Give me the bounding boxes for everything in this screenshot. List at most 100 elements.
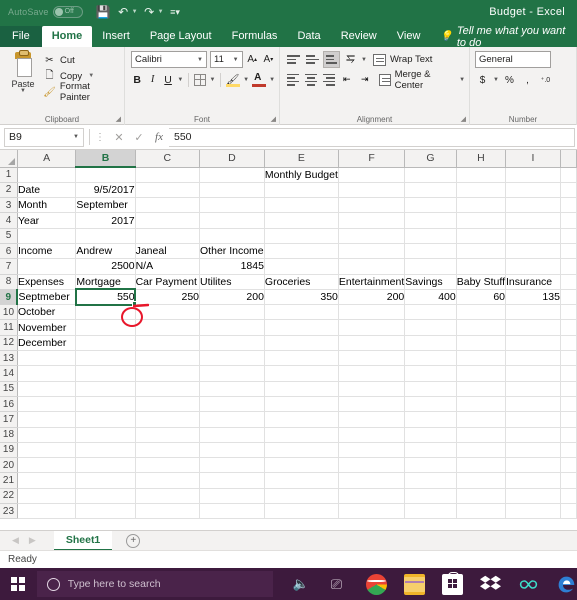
cell-i2[interactable] [505, 182, 561, 199]
underline-dropdown-icon[interactable]: ▼ [177, 77, 183, 83]
cell-d16[interactable] [199, 396, 265, 413]
cell-g23[interactable] [404, 503, 457, 520]
cell-j1[interactable] [560, 167, 577, 183]
chrome-icon[interactable] [366, 573, 387, 595]
decrease-font-size-button[interactable]: A ▾ [262, 52, 275, 68]
sheet-tab-sheet1[interactable]: Sheet1 [53, 530, 113, 551]
cell-h12[interactable] [456, 335, 507, 352]
cell-c12[interactable] [135, 335, 201, 352]
cell-d10[interactable] [199, 304, 265, 321]
row-header-7[interactable]: 7 [0, 258, 18, 275]
cancel-icon[interactable]: ✕ [109, 131, 129, 144]
cell-d20[interactable] [199, 457, 265, 474]
cell-a20[interactable] [17, 457, 77, 474]
cell-f7[interactable] [338, 258, 406, 275]
add-sheet-button[interactable]: + [126, 533, 141, 548]
cell-b6[interactable]: Andrew [75, 243, 136, 260]
cell-h9[interactable]: 60 [456, 289, 507, 306]
cell-h3[interactable] [456, 197, 507, 214]
cell-a10[interactable]: October [17, 304, 77, 321]
cell-f16[interactable] [338, 396, 406, 413]
cell-c15[interactable] [135, 381, 201, 397]
cell-c11[interactable] [135, 319, 201, 336]
cell-i13[interactable] [505, 350, 561, 367]
cell-j20[interactable] [560, 457, 577, 474]
cell-f19[interactable] [338, 442, 406, 459]
cell-a8[interactable]: Expenses [17, 274, 77, 290]
microphone-icon[interactable]: 🔈 [293, 576, 309, 592]
cell-h15[interactable] [456, 381, 507, 397]
orientation-dropdown-icon[interactable]: ▼ [361, 57, 367, 63]
cell-f14[interactable] [338, 365, 406, 382]
cell-a18[interactable] [17, 427, 77, 443]
cell-e4[interactable] [264, 212, 339, 229]
cell-g19[interactable] [404, 442, 457, 459]
row-header-19[interactable]: 19 [0, 442, 18, 459]
cell-a13[interactable] [17, 350, 77, 367]
merge-and-center-button[interactable]: Merge & Center ▼ [375, 69, 465, 91]
font-color-dropdown-icon[interactable]: ▼ [269, 77, 275, 83]
tab-data[interactable]: Data [287, 26, 330, 47]
borders-dropdown-icon[interactable]: ▼ [209, 77, 215, 83]
cell-c16[interactable] [135, 396, 201, 413]
cell-f2[interactable] [338, 182, 406, 199]
cell-e21[interactable] [264, 472, 339, 489]
taskbar-search[interactable]: Type here to search [36, 571, 273, 597]
cell-g8[interactable]: Savings [404, 274, 457, 290]
tab-page-layout[interactable]: Page Layout [140, 26, 222, 47]
column-header-c[interactable]: C [135, 150, 201, 168]
cell-d8[interactable]: Utilites [199, 274, 265, 290]
cell-j11[interactable] [560, 319, 577, 336]
name-box-dropdown-icon[interactable]: ▼ [73, 134, 79, 140]
cell-c18[interactable] [135, 427, 201, 443]
cell-c13[interactable] [135, 350, 201, 367]
cell-b21[interactable] [75, 472, 136, 489]
cell-g18[interactable] [404, 427, 457, 443]
cell-j22[interactable] [560, 488, 577, 505]
cell-h4[interactable] [456, 212, 507, 229]
dropbox-icon[interactable] [480, 574, 501, 595]
cell-c19[interactable] [135, 442, 201, 459]
column-header-b[interactable]: B [75, 150, 136, 168]
file-explorer-icon[interactable] [404, 573, 425, 595]
select-all-corner[interactable] [0, 150, 18, 168]
cell-g11[interactable] [404, 319, 457, 336]
font-size-box[interactable]: 11 ▼ [210, 51, 243, 68]
start-button[interactable] [0, 568, 37, 600]
bold-button[interactable]: B [131, 71, 143, 88]
cell-f8[interactable]: Entertainment [338, 274, 406, 290]
cell-c8[interactable]: Car Payment [135, 274, 201, 290]
cell-f6[interactable] [338, 243, 406, 260]
cell-g10[interactable] [404, 304, 457, 321]
cell-g5[interactable] [404, 228, 457, 244]
cell-d21[interactable] [199, 472, 265, 489]
cell-j16[interactable] [560, 396, 577, 413]
next-sheet-icon[interactable]: ▶ [29, 535, 36, 546]
cell-b7[interactable]: 2500 [75, 258, 136, 275]
cell-g1[interactable] [404, 167, 457, 183]
edge-icon[interactable] [556, 574, 577, 595]
redo-icon[interactable]: ↷ [141, 4, 158, 21]
cell-j2[interactable] [560, 182, 577, 199]
column-header-j[interactable] [560, 150, 577, 168]
cell-f12[interactable] [338, 335, 406, 352]
cell-b8[interactable]: Mortgage [75, 274, 136, 290]
cell-a12[interactable]: December [17, 335, 77, 352]
cell-a2[interactable]: Date [17, 182, 77, 199]
cell-b12[interactable] [75, 335, 136, 352]
tab-home[interactable]: Home [41, 26, 93, 47]
increase-font-size-button[interactable]: A ▴ [246, 52, 259, 68]
cell-h21[interactable] [456, 472, 507, 489]
fill-color-button[interactable]: 🖌 [226, 71, 241, 88]
cell-j9[interactable] [560, 289, 577, 306]
fill-handle[interactable] [131, 301, 137, 307]
cell-f17[interactable] [338, 411, 406, 428]
row-header-8[interactable]: 8 [0, 274, 18, 290]
cell-a21[interactable] [17, 472, 77, 489]
cell-f3[interactable] [338, 197, 406, 214]
comma-format-button[interactable]: , [520, 72, 535, 88]
wrap-text-button[interactable]: Wrap Text [369, 51, 432, 68]
cell-a19[interactable] [17, 442, 77, 459]
cell-e3[interactable] [264, 197, 339, 214]
cell-g7[interactable] [404, 258, 457, 275]
